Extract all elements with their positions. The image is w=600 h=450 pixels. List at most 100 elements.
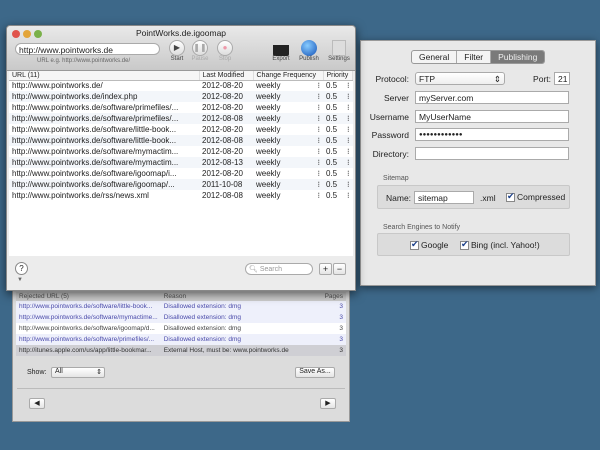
table-row[interactable]: http://www.pointworks.de/software/mymact… [9,146,353,157]
col-url[interactable]: URL (11) [9,71,200,81]
priority-cell[interactable]: 0.5 ⁝ [323,157,353,168]
search-input[interactable]: 🔍︎ Search [245,263,313,275]
publish-button[interactable]: Publish [296,40,322,62]
prev-button[interactable]: ◀ [29,398,45,409]
frequency-cell[interactable]: weekly ⁝ [253,168,323,179]
priority-cell[interactable]: 0.5 ⁝ [323,80,353,91]
stepper-icon[interactable]: ⁝ [317,191,320,200]
table-row[interactable]: http://www.pointworks.de/software/primef… [9,102,353,113]
settings-button[interactable]: Settings [325,40,353,62]
table-row[interactable]: http://www.pointworks.de/rss/news.xml 201… [9,190,353,201]
priority-cell[interactable]: 0.5 ⁝ [323,168,353,179]
export-button[interactable]: Export [270,40,292,62]
priority-cell[interactable]: 0.5 ⁝ [323,135,353,146]
frequency-cell[interactable]: weekly ⁝ [253,80,323,91]
stepper-icon[interactable]: ⁝ [317,169,320,178]
help-button[interactable]: ? [15,262,28,275]
compressed-label: Compressed [517,192,566,202]
last-modified-cell: 2012-08-20 [202,81,243,91]
remove-button[interactable]: − [333,263,346,275]
priority-cell[interactable]: 0.5 ⁝ [323,190,353,201]
stepper-icon[interactable]: ⁝ [347,180,350,189]
stepper-icon[interactable]: ⁝ [347,191,350,200]
show-select[interactable]: All ⇕ [51,367,105,378]
table-row[interactable]: http://www.pointworks.de/software/little… [9,135,353,146]
frequency-cell[interactable]: weekly ⁝ [253,146,323,157]
stepper-icon[interactable]: ⁝ [347,125,350,134]
priority-cell[interactable]: 0.5 ⁝ [323,91,353,102]
col-change-frequency[interactable]: Change Frequency [253,71,324,81]
add-button[interactable]: + [319,263,332,275]
stepper-icon[interactable]: ⁝ [347,114,350,123]
priority-cell[interactable]: 0.5 ⁝ [323,179,353,190]
url-input[interactable]: http://www.pointworks.de [15,43,160,55]
password-field[interactable]: ●●●●●●●●●●●● [415,128,569,141]
save-as-button[interactable]: Save As... [295,367,335,378]
rejected-row[interactable]: http://www.pointworks.de/software/primef… [16,334,346,345]
col-rejected-url[interactable]: Rejected URL (5) [16,292,161,301]
pause-icon: ❚❚ [192,40,208,56]
tab-publishing[interactable]: Publishing [491,51,545,63]
priority-cell[interactable]: 0.5 ⁝ [323,124,353,135]
table-row[interactable]: http://www.pointworks.de/software/mymact… [9,157,353,168]
frequency-cell[interactable]: weekly ⁝ [253,91,323,102]
stepper-icon[interactable]: ⁝ [317,180,320,189]
stepper-icon[interactable]: ⁝ [317,158,320,167]
priority-cell[interactable]: 0.5 ⁝ [323,146,353,157]
username-field[interactable]: MyUserName [415,110,569,123]
table-row[interactable]: http://www.pointworks.de/2012-08-20 weekl… [9,80,353,91]
last-modified-cell: 2011-10-08 [199,179,253,190]
stepper-icon[interactable]: ⁝ [317,92,320,101]
stepper-icon[interactable]: ⁝ [317,103,320,112]
frequency-cell[interactable]: weekly ⁝ [253,157,323,168]
tab-general[interactable]: General [412,51,458,63]
col-reason[interactable]: Reason [160,292,322,301]
tab-filter[interactable]: Filter [457,51,492,63]
directory-field[interactable] [415,147,569,160]
stepper-icon[interactable]: ⁝ [347,92,350,101]
frequency-cell[interactable]: weekly ⁝ [253,190,323,201]
google-checkbox[interactable]: Google [410,239,448,251]
rejected-row[interactable]: http://itunes.apple.com/us/app/little-bo… [16,345,346,356]
table-row[interactable]: http://www.pointworks.de/software/little… [9,124,353,135]
stepper-icon[interactable]: ⁝ [347,136,350,145]
stepper-icon[interactable]: ⁝ [347,81,350,90]
frequency-cell[interactable]: weekly ⁝ [253,124,323,135]
port-field[interactable]: 21 [554,72,570,85]
priority-cell[interactable]: 0.5 ⁝ [323,102,353,113]
stepper-icon[interactable]: ⁝ [317,136,320,145]
priority-cell[interactable]: 0.5 ⁝ [323,113,353,124]
table-row[interactable]: http://www.pointworks.de/software/igooma… [9,179,353,190]
pause-button[interactable]: ❚❚ Pause [190,40,210,62]
start-button[interactable]: ▶ Start [167,40,187,62]
frequency-cell[interactable]: weekly ⁝ [253,135,323,146]
table-row[interactable]: http://www.pointworks.de/software/primef… [9,113,353,124]
stop-button[interactable]: ● Stop [215,40,235,62]
next-button[interactable]: ▶ [320,398,336,409]
stepper-icon[interactable]: ⁝ [347,103,350,112]
sitemap-name-field[interactable]: sitemap [414,191,474,204]
stepper-icon[interactable]: ⁝ [317,125,320,134]
col-last-modified[interactable]: Last Modified [199,71,254,81]
rejected-row[interactable]: http://www.pointworks.de/software/mymact… [16,312,346,323]
frequency-cell[interactable]: weekly ⁝ [253,113,323,124]
server-field[interactable]: myServer.com [415,91,569,104]
protocol-select[interactable]: FTP ⇕ [415,72,505,85]
stepper-icon[interactable]: ⁝ [347,169,350,178]
frequency-cell[interactable]: weekly ⁝ [253,179,323,190]
disclosure-triangle-icon[interactable]: ▼ [17,277,23,283]
rejected-row[interactable]: http://www.pointworks.de/software/igooma… [16,323,346,334]
col-pages[interactable]: Pages [321,292,346,301]
rejected-row[interactable]: http://www.pointworks.de/software/little… [16,301,346,312]
stepper-icon[interactable]: ⁝ [317,147,320,156]
stepper-icon[interactable]: ⁝ [347,158,350,167]
col-priority[interactable]: Priority [323,71,353,81]
stepper-icon[interactable]: ⁝ [317,114,320,123]
table-row[interactable]: http://www.pointworks.de/index.php 2012-0… [9,91,353,102]
compressed-checkbox[interactable]: Compressed [506,191,566,203]
table-row[interactable]: http://www.pointworks.de/software/igooma… [9,168,353,179]
bing-checkbox[interactable]: Bing (incl. Yahoo!) [460,239,540,251]
stepper-icon[interactable]: ⁝ [317,81,320,90]
stepper-icon[interactable]: ⁝ [347,147,350,156]
frequency-cell[interactable]: weekly ⁝ [253,102,323,113]
